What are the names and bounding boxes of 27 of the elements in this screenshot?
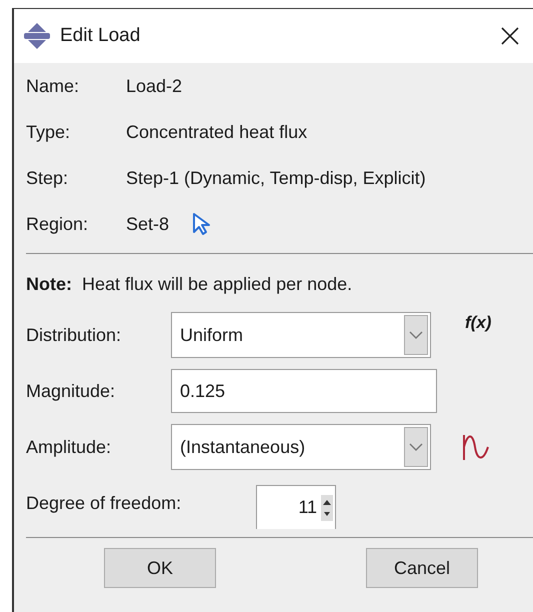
chevron-down-icon[interactable] [409, 442, 423, 452]
spin-box[interactable]: 11 [256, 485, 336, 529]
close-icon[interactable] [499, 25, 521, 47]
field-label: Amplitude: [26, 436, 112, 458]
field-label: Degree of freedom: [26, 492, 182, 514]
arrow-cursor-icon[interactable] [191, 212, 212, 236]
app-icon [22, 21, 52, 51]
field-label: Type: [26, 122, 72, 142]
field-label: Distribution: [26, 324, 122, 346]
field-value: Step-1 (Dynamic, Temp-disp, Explicit) [126, 168, 426, 188]
cancel-button[interactable]: Cancel [366, 548, 478, 588]
amplitude-dropdown[interactable]: (Instantaneous) [171, 424, 431, 470]
field-value: Load-2 [126, 76, 182, 96]
function-button[interactable]: f(x) [465, 313, 492, 333]
field-label: Name: [26, 76, 80, 96]
wave-icon[interactable] [461, 432, 491, 462]
chevron-down-icon[interactable] [409, 330, 423, 340]
magnitude-input[interactable]: 0.125 [171, 369, 437, 413]
field-value: Concentrated heat flux [126, 122, 308, 142]
field-label: Magnitude: [26, 380, 116, 402]
ok-button[interactable]: OK [104, 548, 216, 588]
note-text: Note: Heat flux will be applied per node. [26, 273, 354, 296]
field-label: Step: [26, 168, 70, 188]
window-title: Edit Load [60, 25, 142, 47]
distribution-dropdown[interactable]: Uniform [171, 312, 431, 358]
field-label: Region: [26, 214, 90, 234]
field-value: Set-8 [126, 214, 170, 234]
